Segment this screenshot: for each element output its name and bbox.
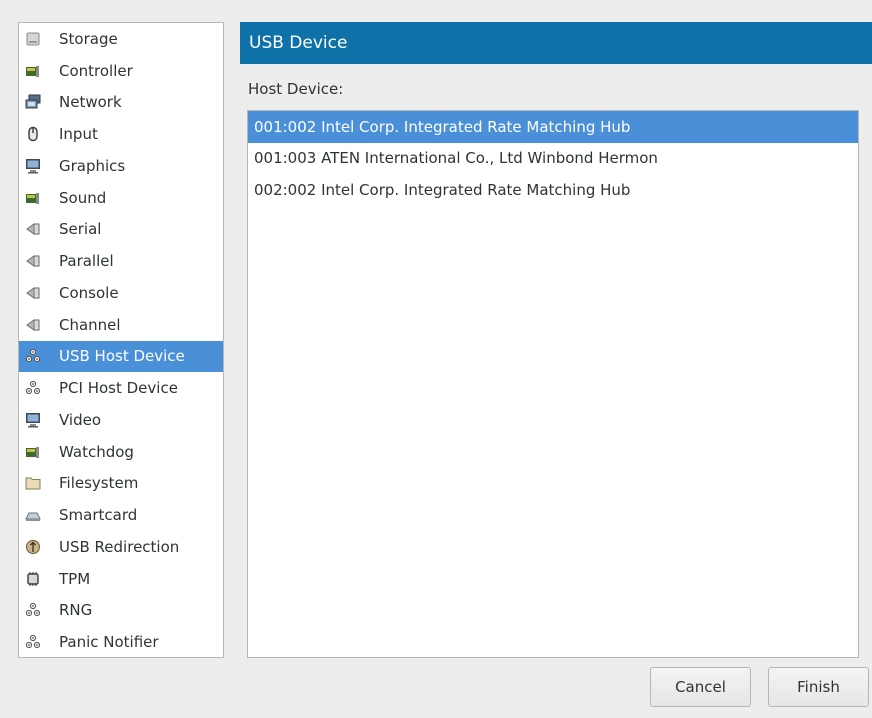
sidebar-item-label: Watchdog — [59, 442, 134, 461]
rng-device-icon — [25, 602, 41, 618]
host-device-row[interactable]: 001:003 ATEN International Co., Ltd Winb… — [248, 143, 858, 175]
monitor-icon — [25, 158, 41, 174]
sidebar-item-label: PCI Host Device — [59, 379, 178, 398]
sidebar-item-label: RNG — [59, 601, 93, 620]
sidebar-item-panic-notifier[interactable]: Panic Notifier — [19, 626, 223, 657]
cancel-button[interactable]: Cancel — [650, 667, 751, 707]
sidebar-item-label: Controller — [59, 61, 133, 80]
chip-icon — [25, 571, 41, 587]
sidebar-item-tpm[interactable]: TPM — [19, 563, 223, 595]
watchdog-card-icon — [25, 444, 41, 460]
mouse-icon — [25, 126, 41, 142]
serial-port-icon — [25, 221, 41, 237]
sidebar-item-graphics[interactable]: Graphics — [19, 150, 223, 182]
usb-redirection-icon — [25, 539, 41, 555]
sidebar-item-channel[interactable]: Channel — [19, 309, 223, 341]
sidebar-item-label: Serial — [59, 220, 102, 239]
sidebar-item-label: Filesystem — [59, 474, 139, 493]
sidebar-item-label: TPM — [59, 569, 91, 588]
sidebar-item-rng[interactable]: RNG — [19, 595, 223, 627]
sidebar-item-label: Graphics — [59, 156, 126, 175]
sound-card-icon — [25, 190, 41, 206]
sidebar-item-input[interactable]: Input — [19, 118, 223, 150]
sidebar-item-network[interactable]: Network — [19, 87, 223, 119]
sidebar-item-label: Channel — [59, 315, 121, 334]
sidebar-item-label: Console — [59, 283, 119, 302]
device-type-list[interactable]: Storage Controller Network Input Graphic… — [18, 22, 224, 658]
sidebar-item-controller[interactable]: Controller — [19, 55, 223, 87]
video-monitor-icon — [25, 412, 41, 428]
host-device-label: Host Device: — [248, 80, 344, 98]
sidebar-item-label: Smartcard — [59, 506, 138, 525]
sidebar-item-label: Network — [59, 93, 122, 112]
parallel-port-icon — [25, 253, 41, 269]
host-device-row[interactable]: 001:002 Intel Corp. Integrated Rate Matc… — [248, 111, 858, 143]
sidebar-item-label: Input — [59, 125, 98, 144]
panic-notifier-icon — [25, 634, 41, 650]
sidebar-item-label: USB Redirection — [59, 537, 180, 556]
sidebar-item-usb-host-device[interactable]: USB Host Device — [19, 340, 223, 373]
sidebar-item-parallel[interactable]: Parallel — [19, 245, 223, 277]
finish-button[interactable]: Finish — [768, 667, 869, 707]
sidebar-item-label: Video — [59, 410, 102, 429]
sidebar-item-video[interactable]: Video — [19, 404, 223, 436]
usb-host-device-icon — [25, 348, 41, 364]
sidebar-item-console[interactable]: Console — [19, 277, 223, 309]
sidebar-item-serial[interactable]: Serial — [19, 214, 223, 246]
sidebar-item-label: Sound — [59, 188, 107, 207]
channel-port-icon — [25, 317, 41, 333]
sidebar-item-label: USB Host Device — [59, 347, 185, 366]
sidebar-item-storage[interactable]: Storage — [19, 23, 223, 55]
sidebar-item-label: Panic Notifier — [59, 633, 159, 652]
network-icon — [25, 94, 41, 110]
sidebar-item-watchdog[interactable]: Watchdog — [19, 436, 223, 468]
folder-icon — [25, 475, 41, 491]
sidebar-item-label: Parallel — [59, 252, 114, 271]
page-title: USB Device — [240, 22, 872, 64]
sidebar-item-label: Storage — [59, 29, 118, 48]
pci-host-device-icon — [25, 380, 41, 396]
console-port-icon — [25, 285, 41, 301]
host-device-row[interactable]: 002:002 Intel Corp. Integrated Rate Matc… — [248, 174, 858, 206]
sidebar-item-filesystem[interactable]: Filesystem — [19, 468, 223, 500]
sidebar-item-sound[interactable]: Sound — [19, 182, 223, 214]
sidebar-item-pci-host-device[interactable]: PCI Host Device — [19, 372, 223, 404]
controller-icon — [25, 63, 41, 79]
smartcard-icon — [25, 507, 41, 523]
sidebar-item-usb-redirection[interactable]: USB Redirection — [19, 531, 223, 563]
storage-icon — [25, 31, 41, 47]
host-device-list[interactable]: 001:002 Intel Corp. Integrated Rate Matc… — [247, 110, 859, 658]
sidebar-item-smartcard[interactable]: Smartcard — [19, 499, 223, 531]
